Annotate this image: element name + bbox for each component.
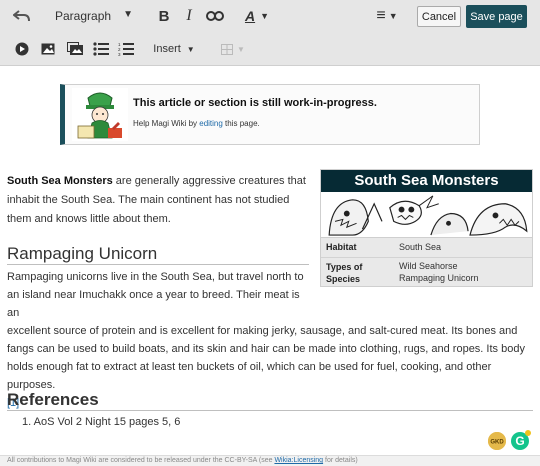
intro-bold-term: South Sea Monsters: [7, 175, 113, 187]
text-style-button[interactable]: A ▼: [240, 6, 274, 26]
footer-text-after: for details): [323, 457, 358, 464]
chevron-down-icon: ▼: [123, 9, 133, 20]
infobox-key: Habitat: [326, 242, 357, 252]
undo-icon[interactable]: [10, 6, 34, 26]
insert-label: Insert: [153, 43, 181, 55]
heading-divider: [7, 410, 533, 411]
notice-text-before: Help Magi Wiki by: [133, 119, 200, 128]
para-line: Rampaging unicorns live in the South Sea…: [7, 271, 304, 283]
infobox-row: Habitat South Sea: [321, 242, 532, 258]
video-icon[interactable]: [14, 41, 30, 57]
hamburger-icon: ≡: [376, 7, 386, 24]
bold-button[interactable]: B: [156, 6, 172, 26]
section-heading-references[interactable]: References: [7, 390, 99, 410]
references-list: 1. AoS Vol 2 Night 15 pages 5, 6: [22, 416, 180, 428]
grammarly-label: G: [515, 434, 525, 448]
image-icon[interactable]: [40, 41, 56, 57]
page-options-button[interactable]: ≡ ▼: [372, 6, 402, 26]
footer-text-before: All contributions to Magi Wiki are consi…: [7, 457, 275, 464]
chevron-down-icon: ▼: [186, 44, 195, 54]
section-heading-rampaging-unicorn[interactable]: Rampaging Unicorn: [7, 244, 157, 264]
grammarly-icon[interactable]: G: [511, 430, 531, 450]
notice-text-after: this page.: [222, 119, 260, 128]
svg-text:3: 3: [118, 52, 121, 56]
chevron-down-icon: ▼: [237, 44, 245, 54]
text-style-label: A: [244, 8, 256, 24]
para-text: excellent source of protein and is excel…: [7, 325, 525, 391]
gallery-icon[interactable]: [66, 41, 84, 57]
license-footer: All contributions to Magi Wiki are consi…: [0, 455, 540, 466]
insert-menu-button[interactable]: Insert ▼: [150, 40, 198, 58]
table-button[interactable]: ▼: [218, 40, 248, 58]
ghost-extension-icon[interactable]: GKD: [488, 432, 506, 450]
chevron-down-icon: ▼: [260, 11, 270, 21]
link-icon[interactable]: [205, 6, 225, 26]
italic-button[interactable]: I: [182, 6, 196, 26]
para-line: an island near Imuchakk once a year to b…: [7, 289, 300, 319]
chevron-down-icon: ▼: [388, 11, 398, 21]
infobox-value: South Sea: [399, 242, 442, 252]
infobox-title: South Sea Monsters: [321, 170, 532, 192]
intro-paragraph[interactable]: South Sea Monsters are generally aggress…: [7, 172, 307, 229]
heading-divider: [7, 264, 309, 265]
format-label: Paragraph: [55, 9, 112, 23]
numbered-list-icon[interactable]: 123: [117, 40, 135, 58]
paragraph-format-select[interactable]: Paragraph ▼: [43, 5, 143, 27]
editing-link[interactable]: editing: [199, 119, 223, 128]
cancel-button[interactable]: Cancel: [417, 6, 461, 27]
notification-dot: [525, 430, 531, 436]
bullet-list-icon[interactable]: [92, 40, 110, 58]
character-illustration-icon: [72, 88, 128, 141]
reference-item[interactable]: 1. AoS Vol 2 Night 15 pages 5, 6: [22, 416, 180, 428]
editor-toolbar: Paragraph ▼ B I A ▼ ≡ ▼ Cancel Save page…: [0, 0, 540, 66]
save-page-button[interactable]: Save page: [466, 5, 527, 28]
notice-title: This article or section is still work-in…: [133, 97, 377, 109]
ghost-extension-label: GKD: [490, 440, 504, 446]
monsters-illustration-icon: [321, 192, 532, 238]
licensing-link[interactable]: Wikia:Licensing: [274, 457, 323, 464]
work-in-progress-notice: This article or section is still work-in…: [60, 84, 480, 145]
notice-text: Help Magi Wiki by editing this page.: [133, 119, 260, 128]
